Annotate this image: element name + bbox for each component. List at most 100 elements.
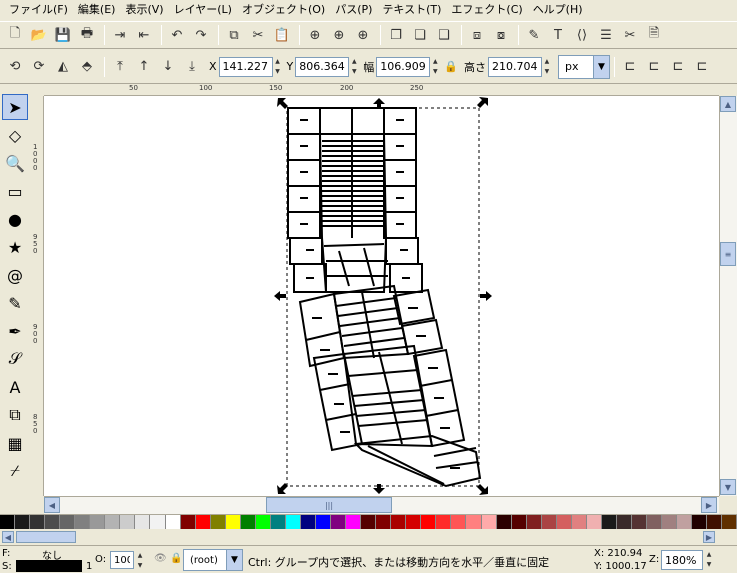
print-icon[interactable]: 🖶 (76, 24, 98, 46)
redo-icon[interactable]: ↷ (190, 24, 212, 46)
color-swatch[interactable] (285, 515, 301, 529)
rotate-ccw-icon[interactable]: ⟲ (4, 56, 26, 78)
menu-item[interactable]: 表示(V) (120, 1, 168, 19)
open-icon[interactable]: 📂 (28, 24, 50, 46)
color-swatch[interactable] (436, 515, 452, 529)
vertical-scrollbar[interactable]: ▲ ≡ ▼ (719, 96, 737, 496)
color-swatch[interactable] (692, 515, 708, 529)
menu-item[interactable]: テキスト(T) (377, 1, 446, 19)
color-swatch[interactable] (120, 515, 136, 529)
lower-to-bottom-icon[interactable]: ⤓ (181, 56, 203, 78)
x-input[interactable] (218, 56, 273, 77)
zoom-drawing-icon[interactable]: ⊕ (328, 24, 350, 46)
color-palette[interactable] (0, 514, 737, 530)
menu-item[interactable]: 編集(E) (73, 1, 121, 19)
color-swatch[interactable] (30, 515, 46, 529)
y-input[interactable] (295, 56, 350, 77)
height-input[interactable] (487, 56, 542, 77)
lower-icon[interactable]: ↓ (157, 56, 179, 78)
transform-gradient-icon[interactable]: ⊏ (667, 56, 689, 78)
color-swatch[interactable] (331, 515, 347, 529)
color-swatch[interactable] (541, 515, 557, 529)
color-swatch[interactable] (135, 515, 151, 529)
text-font-icon[interactable]: T (547, 24, 569, 46)
color-swatch[interactable] (421, 515, 437, 529)
color-swatch[interactable] (15, 515, 31, 529)
color-swatch[interactable] (707, 515, 723, 529)
menu-item[interactable]: パス(P) (330, 1, 377, 19)
color-swatch[interactable] (466, 515, 482, 529)
color-swatch[interactable] (662, 515, 678, 529)
height-spinner[interactable]: ▲ ▼ (542, 57, 552, 77)
zoom-input[interactable] (661, 550, 703, 570)
scale-corners-icon[interactable]: ⊏ (643, 56, 665, 78)
scroll-left-icon[interactable]: ◀ (44, 497, 60, 513)
layer-lock-icon[interactable]: 🔒 (170, 553, 182, 564)
fill-stroke-icon[interactable]: ✎ (523, 24, 545, 46)
dropper-icon[interactable]: ⌿ (2, 458, 28, 484)
unlink-clone-icon[interactable]: ❑ (433, 24, 455, 46)
save-icon[interactable]: 💾 (52, 24, 74, 46)
rotate-cw-icon[interactable]: ⟳ (28, 56, 50, 78)
opacity-input[interactable] (110, 551, 134, 569)
menu-item[interactable]: ファイル(F) (4, 1, 73, 19)
color-swatch[interactable] (391, 515, 407, 529)
layer-select[interactable]: (root) ▼ (183, 549, 243, 571)
flip-vertical-icon[interactable]: ⬘ (76, 56, 98, 78)
import-icon[interactable]: ⇥ (109, 24, 131, 46)
color-swatch[interactable] (481, 515, 497, 529)
paste-icon[interactable]: 📋 (271, 24, 293, 46)
align-icon[interactable]: ☰ (595, 24, 617, 46)
menu-item[interactable]: ヘルプ(H) (528, 1, 588, 19)
color-swatch[interactable] (376, 515, 392, 529)
width-spinner[interactable]: ▲ ▼ (430, 57, 440, 77)
color-swatch[interactable] (75, 515, 91, 529)
color-swatch[interactable] (240, 515, 256, 529)
ungroup-icon[interactable]: ⧇ (490, 24, 512, 46)
vertical-scroll-thumb[interactable]: ≡ (720, 242, 736, 266)
undo-icon[interactable]: ↶ (166, 24, 188, 46)
color-swatch[interactable] (105, 515, 121, 529)
menu-item[interactable]: エフェクト(C) (446, 1, 527, 19)
group-icon[interactable]: ⧈ (466, 24, 488, 46)
color-swatch[interactable] (677, 515, 693, 529)
menu-item[interactable]: オブジェクト(O) (237, 1, 330, 19)
node-editor-icon[interactable]: ◇ (2, 122, 28, 148)
y-spinner[interactable]: ▲ ▼ (349, 57, 359, 77)
copy-icon[interactable]: ⧉ (223, 24, 245, 46)
color-swatch[interactable] (722, 515, 737, 529)
color-swatch[interactable] (631, 515, 648, 529)
color-swatch[interactable] (361, 515, 377, 529)
color-swatch[interactable] (255, 515, 271, 529)
ellipse-icon[interactable]: ● (2, 206, 28, 232)
palette-scroll-thumb[interactable] (16, 531, 76, 543)
zoom-selection-icon[interactable]: ⊕ (304, 24, 326, 46)
flip-horizontal-icon[interactable]: ◭ (52, 56, 74, 78)
layer-visibility-icon[interactable]: 👁 (154, 553, 167, 564)
color-swatch[interactable] (45, 515, 61, 529)
selector-icon[interactable]: ➤ (2, 94, 28, 120)
color-swatch[interactable] (300, 515, 316, 529)
color-swatch[interactable] (601, 515, 617, 529)
scroll-right-icon[interactable]: ▶ (701, 497, 717, 513)
export-icon[interactable]: ⇤ (133, 24, 155, 46)
palette-scrollbar[interactable]: ◀ ▶ (0, 530, 737, 544)
stroke-width[interactable]: 1 (86, 561, 92, 572)
color-swatch[interactable] (150, 515, 166, 529)
color-swatch[interactable] (496, 515, 512, 529)
color-swatch[interactable] (210, 515, 226, 529)
color-swatch[interactable] (270, 515, 286, 529)
horizontal-scroll-thumb[interactable]: ||| (266, 497, 392, 513)
cut-icon[interactable]: ✂ (247, 24, 269, 46)
color-swatch[interactable] (0, 515, 16, 529)
menu-item[interactable]: レイヤー(L) (169, 1, 237, 19)
color-swatch[interactable] (556, 515, 572, 529)
preferences-icon[interactable]: ✂ (619, 24, 641, 46)
color-swatch[interactable] (346, 515, 362, 529)
palette-scroll-right-icon[interactable]: ▶ (703, 531, 715, 543)
color-swatch[interactable] (511, 515, 527, 529)
color-swatch[interactable] (406, 515, 422, 529)
stroke-swatch[interactable] (16, 560, 82, 572)
duplicate-icon[interactable]: ❐ (385, 24, 407, 46)
rectangle-icon[interactable]: ▭ (2, 178, 28, 204)
